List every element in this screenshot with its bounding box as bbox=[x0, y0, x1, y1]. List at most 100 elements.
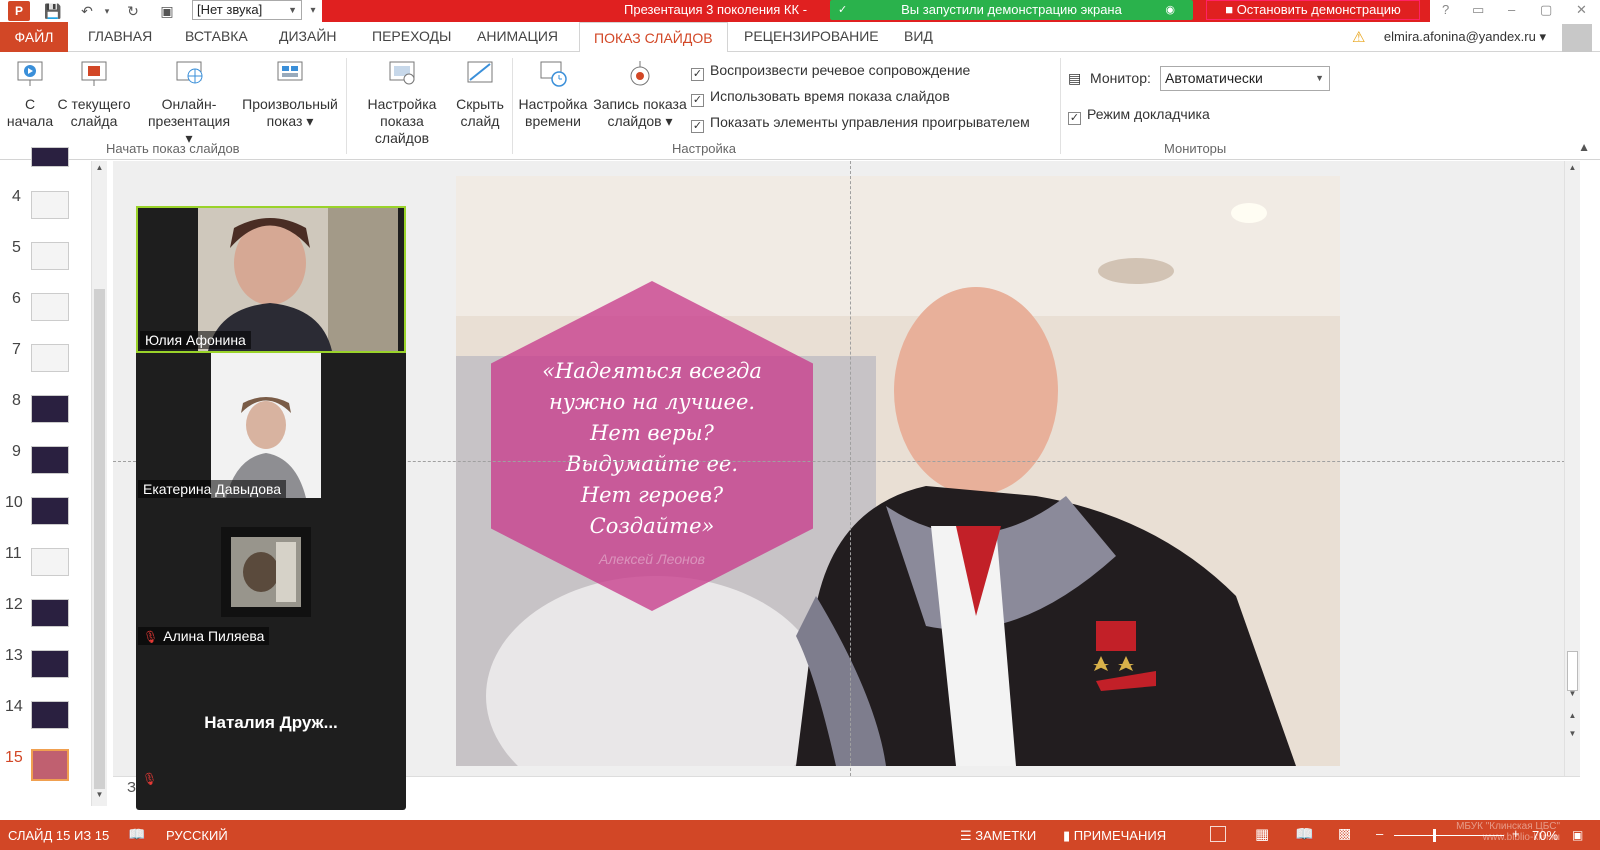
slide-quote[interactable]: «Надеяться всегда нужно на лучшее. Нет в… bbox=[496, 356, 808, 542]
set-up-slide-show-button[interactable]: Настройка показа слайдов bbox=[352, 58, 452, 147]
scroll-up-icon[interactable]: ▲ bbox=[1565, 163, 1580, 177]
normal-view-icon[interactable] bbox=[1210, 826, 1226, 842]
powerpoint-app-icon: P bbox=[8, 1, 30, 21]
participant-name-muted: 🎙 Алина Пиляева bbox=[138, 627, 270, 645]
hide-slide-button[interactable]: Скрыть слайд bbox=[454, 58, 506, 130]
collapse-ribbon-icon[interactable]: ▲ bbox=[1578, 140, 1590, 154]
slide-thumbnail[interactable] bbox=[31, 191, 69, 219]
slide-thumbnail[interactable] bbox=[31, 293, 69, 321]
group-divider bbox=[1060, 58, 1061, 154]
from-beginning-button[interactable]: С начала bbox=[6, 58, 54, 130]
restore-icon[interactable]: ▢ bbox=[1540, 2, 1552, 18]
notes-button[interactable]: ☰ ЗАМЕТКИ bbox=[960, 828, 1036, 844]
stop-square-icon: ■ bbox=[1225, 2, 1234, 17]
tab-review[interactable]: РЕЦЕНЗИРОВАНИЕ bbox=[744, 28, 879, 44]
tab-slide-show[interactable]: ПОКАЗ СЛАЙДОВ bbox=[579, 22, 728, 53]
slide-number: 4 bbox=[12, 188, 21, 205]
avatar[interactable] bbox=[1562, 24, 1592, 52]
tab-insert[interactable]: ВСТАВКА bbox=[185, 28, 248, 44]
scroll-up-icon[interactable]: ▲ bbox=[92, 163, 107, 177]
checkbox-checked-icon: ✓ bbox=[691, 120, 704, 133]
comments-button[interactable]: ▮ ПРИМЕЧАНИЯ bbox=[1063, 828, 1166, 844]
slide-thumbnail[interactable] bbox=[31, 599, 69, 627]
slideshow-view-icon[interactable]: ▩ bbox=[1338, 825, 1351, 842]
thumbnail-scrollbar[interactable]: ▲ ▼ bbox=[91, 161, 107, 806]
from-current-slide-button[interactable]: С текущего слайда bbox=[56, 58, 132, 130]
sound-select[interactable]: [Нет звука] ▼ bbox=[192, 0, 302, 20]
monitor-select[interactable]: Автоматически ▼ bbox=[1160, 66, 1330, 91]
save-icon[interactable]: 💾 bbox=[44, 2, 62, 20]
muted-microphone-icon: 🎙 bbox=[143, 630, 159, 644]
slide-thumbnail[interactable] bbox=[31, 650, 69, 678]
close-icon[interactable]: ✕ bbox=[1576, 2, 1587, 18]
stop-share-button[interactable]: ■ Остановить демонстрацию bbox=[1206, 0, 1420, 20]
participant-tile[interactable]: Екатерина Давыдова bbox=[136, 353, 406, 500]
slide-thumbnail[interactable] bbox=[31, 701, 69, 729]
tab-file[interactable]: ФАЙЛ bbox=[0, 22, 68, 52]
online-presentation-button[interactable]: Онлайн- презентация ▾ bbox=[144, 58, 234, 147]
tab-transitions[interactable]: ПЕРЕХОДЫ bbox=[372, 28, 451, 44]
sound-select-value: [Нет звука] bbox=[197, 2, 263, 17]
fit-to-window-icon[interactable]: ▣ bbox=[1572, 828, 1583, 842]
scroll-down-icon[interactable]: ▼ bbox=[1565, 689, 1580, 703]
scroll-thumb[interactable] bbox=[94, 289, 105, 789]
canvas-scrollbar[interactable]: ▲ ▼ ▲ ▼ bbox=[1564, 161, 1580, 776]
redo-icon[interactable]: ↻ bbox=[124, 2, 142, 20]
slide-thumbnail[interactable] bbox=[31, 497, 69, 525]
show-media-controls-label: Показать элементы управления проигрывате… bbox=[710, 114, 1030, 130]
reading-view-icon[interactable]: 📖 bbox=[1295, 825, 1314, 843]
record-slide-show-button[interactable]: Запись показа слайдов ▾ bbox=[592, 58, 688, 130]
use-timings-checkbox[interactable]: ✓ Использовать время показа слайдов bbox=[691, 88, 950, 107]
help-icon[interactable]: ? bbox=[1442, 2, 1449, 17]
slide-thumbnail[interactable] bbox=[31, 446, 69, 474]
participant-video bbox=[211, 353, 321, 498]
spell-check-icon[interactable]: 📖 bbox=[128, 826, 145, 843]
tab-design[interactable]: ДИЗАЙН bbox=[279, 28, 337, 44]
slide-thumbnail[interactable] bbox=[31, 344, 69, 372]
tab-view[interactable]: ВИД bbox=[904, 28, 933, 44]
slide-thumbnail[interactable] bbox=[31, 395, 69, 423]
minimize-icon[interactable]: – bbox=[1508, 2, 1515, 17]
slide-thumbnail[interactable] bbox=[31, 548, 69, 576]
show-media-controls-checkbox[interactable]: ✓ Показать элементы управления проигрыват… bbox=[691, 114, 1030, 133]
undo-icon[interactable]: ↶ bbox=[78, 2, 96, 20]
warning-icon: ⚠ bbox=[1352, 29, 1366, 46]
scroll-down-icon[interactable]: ▼ bbox=[92, 790, 107, 804]
video-gallery-panel[interactable]: Юлия Афонина Екатерина Давыдова 🎙 Алина П… bbox=[136, 206, 406, 810]
presenter-view-checkbox[interactable]: ✓ Режим докладчика bbox=[1068, 106, 1210, 125]
comments-label: ПРИМЕЧАНИЯ bbox=[1073, 828, 1167, 843]
present-from-start-icon[interactable]: ▣ bbox=[158, 2, 176, 20]
tab-animation[interactable]: АНИМАЦИЯ bbox=[477, 28, 558, 44]
ribbon-display-options-icon[interactable]: ▭ bbox=[1472, 2, 1484, 18]
hide-slide-label-1: Скрыть bbox=[456, 96, 504, 112]
customize-toolbar-icon[interactable]: ▾ bbox=[304, 2, 322, 20]
rehearse-timings-button[interactable]: Настройка времени bbox=[516, 58, 590, 130]
slide-thumbnail[interactable] bbox=[31, 242, 69, 270]
quote-line: нужно на лучшее. bbox=[548, 390, 756, 414]
record-icon bbox=[630, 61, 650, 86]
participant-tile-active[interactable]: Юлия Афонина bbox=[136, 206, 406, 353]
participant-tile[interactable]: Наталия Друж... 🎙 bbox=[136, 647, 406, 794]
setup-label-1: Настройка bbox=[367, 96, 437, 112]
account-name[interactable]: elmira.afonina@yandex.ru ▾ bbox=[1384, 29, 1546, 45]
custom-show-button[interactable]: Произвольный показ ▾ bbox=[238, 58, 342, 130]
current-slide[interactable]: «Надеяться всегда нужно на лучшее. Нет в… bbox=[456, 176, 1340, 766]
tab-home[interactable]: ГЛАВНАЯ bbox=[88, 28, 152, 44]
slide-sorter-icon[interactable]: ▦ bbox=[1255, 825, 1269, 843]
language-indicator[interactable]: РУССКИЙ bbox=[166, 828, 228, 843]
participant-name-large: Наталия Друж... bbox=[204, 713, 338, 732]
next-slide-icon[interactable]: ▼ bbox=[1565, 729, 1580, 743]
play-narrations-label: Воспроизвести речевое сопровождение bbox=[710, 62, 971, 78]
zoom-out-icon[interactable]: – bbox=[1376, 826, 1383, 841]
slide-thumbnail[interactable] bbox=[31, 147, 69, 167]
zoom-slider-thumb[interactable] bbox=[1432, 829, 1436, 842]
slide-thumbnail-active[interactable] bbox=[31, 749, 69, 781]
from-current-label-1: С текущего bbox=[57, 96, 131, 112]
from-beginning-label-2: начала bbox=[6, 113, 54, 129]
quote-author[interactable]: Алексей Леонов bbox=[496, 551, 808, 567]
play-narrations-checkbox[interactable]: ✓ Воспроизвести речевое сопровождение bbox=[691, 62, 970, 81]
participant-tile[interactable]: 🎙 Алина Пиляева bbox=[136, 500, 406, 647]
scroll-thumb[interactable] bbox=[1567, 651, 1578, 691]
previous-slide-icon[interactable]: ▲ bbox=[1565, 711, 1580, 725]
undo-dropdown-icon[interactable]: ▾ bbox=[98, 2, 116, 20]
